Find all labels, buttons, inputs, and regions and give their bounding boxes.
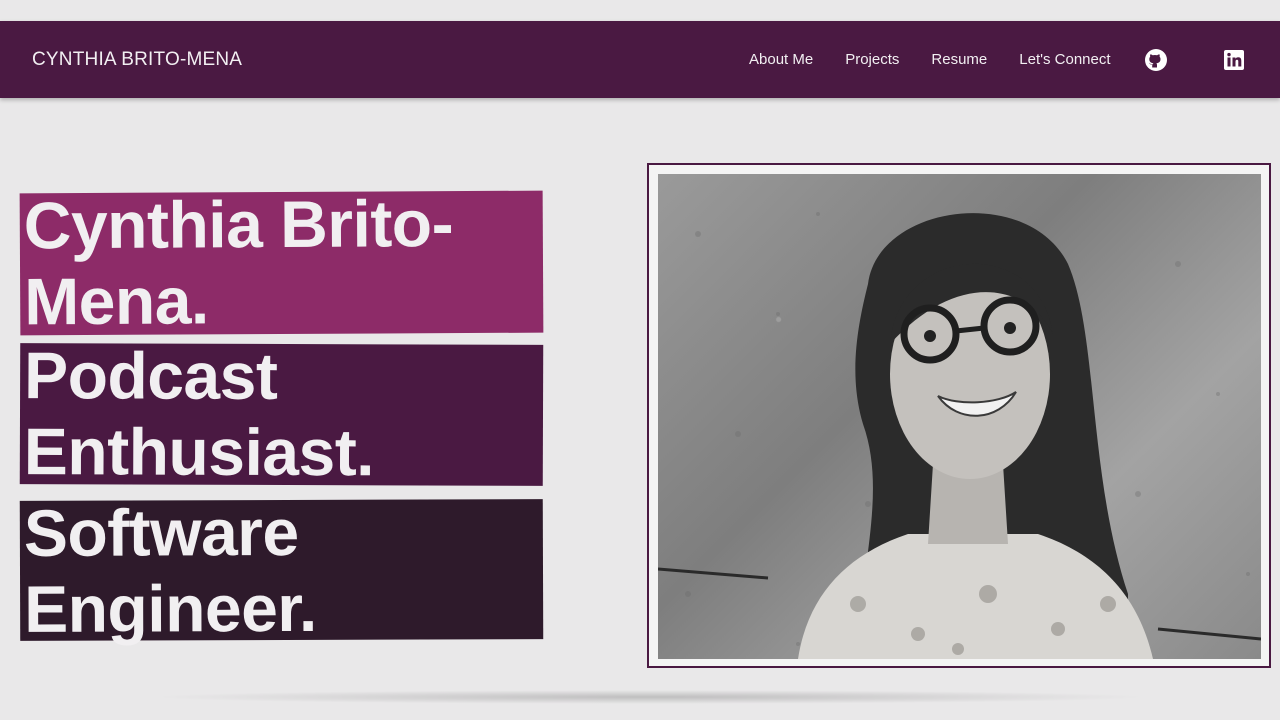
- nav-projects[interactable]: Projects: [829, 21, 915, 98]
- hero-podcast-block: Podcast Enthusiast.: [19, 338, 544, 489]
- profile-photo-frame: [647, 163, 1271, 668]
- hero-engineer-block: Software Engineer.: [19, 495, 544, 646]
- nav-resume[interactable]: Resume: [915, 21, 1003, 98]
- site-brand[interactable]: CYNTHIA BRITO-MENA: [32, 21, 242, 98]
- nav-about-me[interactable]: About Me: [733, 21, 829, 98]
- github-icon[interactable]: [1141, 21, 1171, 98]
- hero-podcast-line1: Podcast: [24, 338, 278, 413]
- linkedin-icon[interactable]: [1219, 21, 1249, 98]
- hero-podcast-line2: Enthusiast.: [23, 414, 375, 490]
- profile-photo: [658, 174, 1261, 659]
- hero-name-line2: Mena.: [24, 263, 209, 339]
- hero-name-line1: Cynthia Brito-: [23, 186, 454, 263]
- hero-name-block: Cynthia Brito- Mena.: [19, 186, 544, 338]
- section-divider-shadow: [150, 690, 1150, 704]
- top-navbar: CYNTHIA BRITO-MENA About Me Projects Res…: [0, 21, 1280, 98]
- nav-links: About Me Projects Resume Let's Connect: [733, 21, 1127, 98]
- nav-lets-connect[interactable]: Let's Connect: [1003, 21, 1126, 98]
- hero-engineer-line1: Software: [23, 494, 299, 570]
- hero-engineer-line2: Engineer.: [24, 570, 317, 646]
